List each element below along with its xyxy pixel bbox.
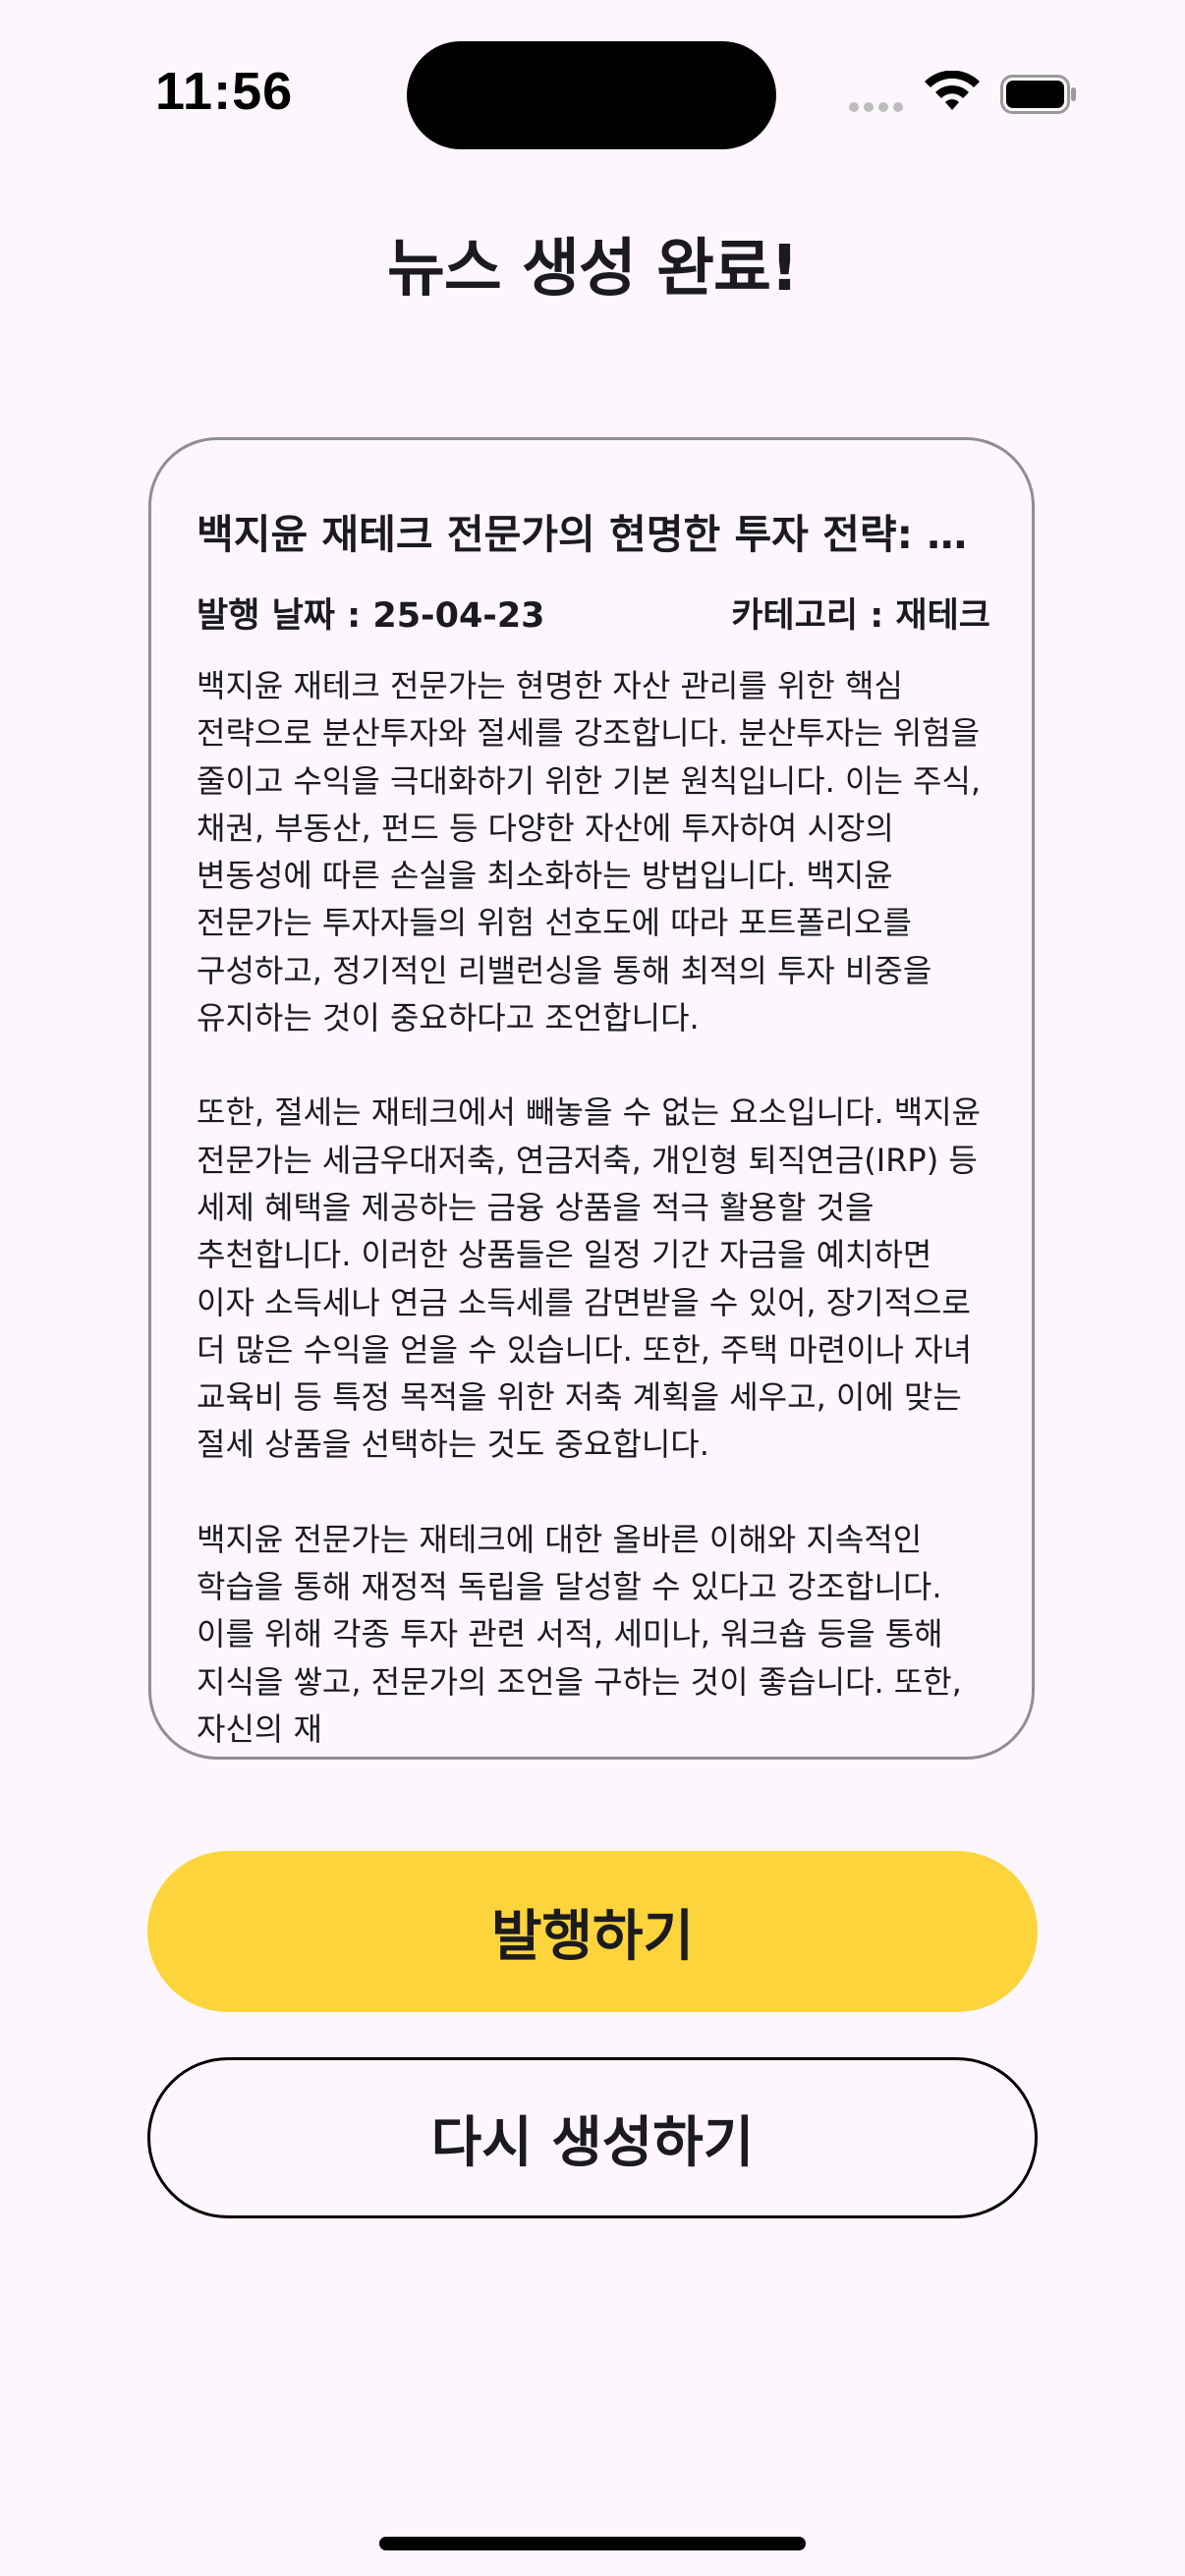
wifi-icon bbox=[925, 71, 980, 110]
article-meta: 발행 날짜 : 25-04-23 카테고리 : 재테크 bbox=[197, 588, 990, 637]
signal-icon bbox=[849, 102, 903, 112]
article-paragraph: 백지윤 재테크 전문가는 현명한 자산 관리를 위한 핵심 전략으로 분산투자와… bbox=[197, 667, 982, 1037]
regenerate-button[interactable]: 다시 생성하기 bbox=[147, 2057, 1038, 2218]
home-indicator[interactable] bbox=[379, 2537, 806, 2550]
status-time: 11:56 bbox=[155, 62, 294, 121]
category-label: 카테고리 : 재테크 bbox=[731, 596, 990, 636]
article-paragraph: 또한, 절세는 재테크에서 빼놓을 수 없는 요소입니다. 백지윤 전문가는 세… bbox=[197, 1093, 982, 1464]
article-paragraph: 백지윤 전문가는 재테크에 대한 올바른 이해와 지속적인 학습을 통해 재정적… bbox=[197, 1520, 962, 1748]
article-title: 백지윤 재테크 전문가의 현명한 투자 전략: 분산투자와 절세 bbox=[197, 511, 990, 558]
page-title: 뉴스 생성 완료! bbox=[386, 233, 799, 306]
dynamic-island bbox=[407, 41, 776, 149]
publish-button[interactable]: 발행하기 bbox=[147, 1851, 1038, 2012]
battery-icon bbox=[1000, 75, 1076, 114]
publish-date: 발행 날짜 : 25-04-23 bbox=[197, 596, 545, 636]
article-preview-card[interactable]: 백지윤 재테크 전문가의 현명한 투자 전략: 분산투자와 절세 발행 날짜 :… bbox=[148, 437, 1035, 1760]
article-body: 백지윤 재테크 전문가는 현명한 자산 관리를 위한 핵심 전략으로 분산투자와… bbox=[197, 662, 990, 1757]
